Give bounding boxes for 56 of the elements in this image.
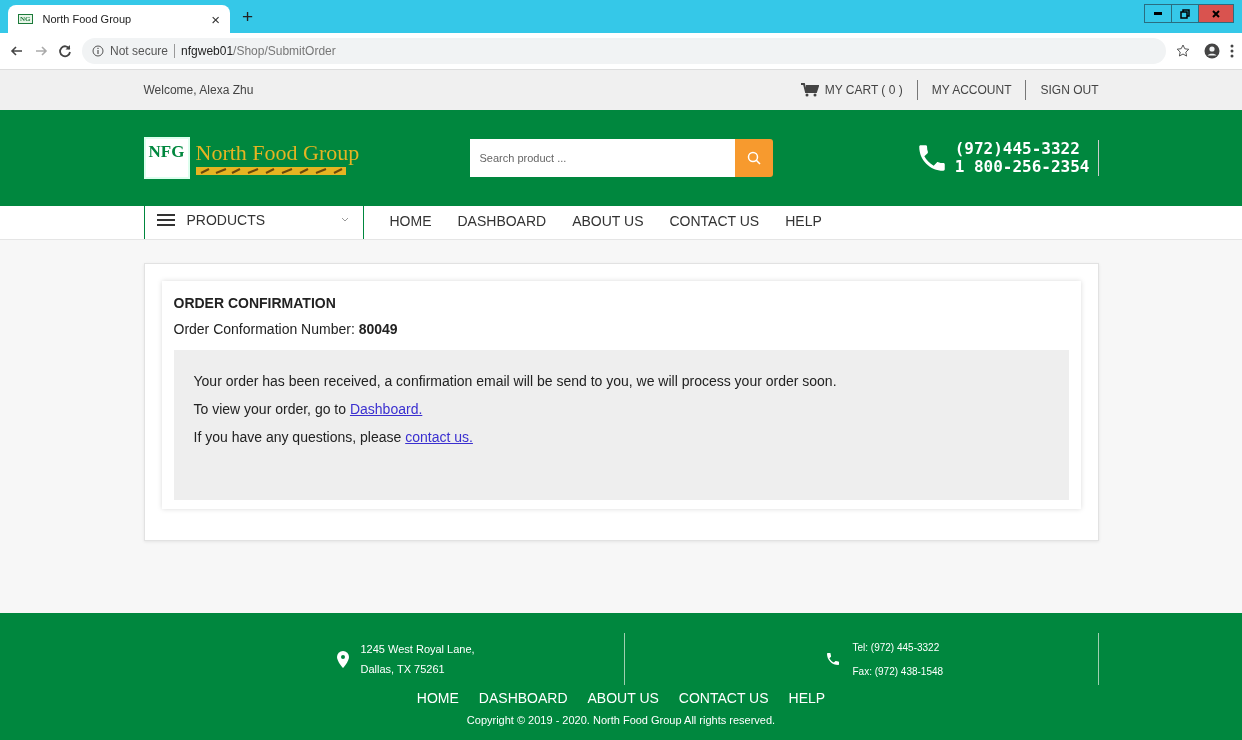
menu-icon — [1230, 44, 1234, 58]
welcome-text: Welcome, Alexa Zhu — [143, 83, 254, 97]
search-icon — [746, 151, 761, 165]
minimize-button[interactable] — [1144, 4, 1171, 23]
profile-icon — [1204, 43, 1220, 59]
phone-number: 1 800-256-2354 — [954, 158, 1090, 176]
footer-link[interactable]: CONTACT US — [678, 690, 769, 706]
message-text: To view your order, go to Dashboard. — [193, 400, 424, 419]
nav-link[interactable]: ABOUT US — [572, 206, 644, 239]
address-bar[interactable]: Not secure nfgweb01/Shop/SubmitOrder — [82, 38, 1166, 64]
menu-icon — [156, 212, 175, 227]
location-icon — [336, 650, 349, 668]
footer-link[interactable]: HELP — [788, 690, 826, 706]
phone-icon — [824, 651, 841, 667]
nav-link[interactable]: DASHBOARD — [457, 206, 547, 239]
message-text: Your order has been received, a confirmation email will be send to you, we will process your order soon. — [193, 372, 838, 391]
products-dropdown[interactable]: PRODUCTS — [143, 206, 364, 239]
logo-mark[interactable]: NFG — [143, 137, 190, 179]
confirmation-title: ORDER CONFIRMATION — [173, 295, 337, 311]
top-link[interactable]: MY ACCOUNT — [931, 83, 1012, 97]
star-icon — [1176, 44, 1190, 58]
footer-link[interactable]: ABOUT US — [587, 690, 659, 706]
new-tab-button[interactable]: + — [242, 6, 254, 28]
restore-icon — [1180, 8, 1190, 19]
order-number-text: Order Conformation Number: 80049 — [173, 321, 399, 337]
tab-title: North Food Group — [42, 13, 133, 25]
cart-link[interactable]: MY CART ( 0 ) — [800, 83, 903, 97]
reload-icon — [58, 44, 72, 58]
top-link[interactable]: SIGN OUT — [1040, 83, 1099, 97]
close-icon — [1211, 8, 1221, 19]
caret-icon — [340, 216, 349, 223]
search-field[interactable]: Search product ... — [469, 139, 735, 177]
message-link[interactable]: contact us. — [405, 429, 473, 445]
contact-text: Fax: (972) 438-1548 — [852, 665, 944, 677]
security-label: Not secure — [110, 44, 176, 58]
address-text: Dallas, TX 75261 — [360, 663, 446, 675]
message-text: If you have any questions, please contact us. — [193, 428, 474, 447]
copyright-text: Copyright © 2019 - 2020. North Food Group All rights reserved. — [466, 714, 776, 726]
minimize-icon — [1154, 12, 1162, 15]
nav-link[interactable]: HELP — [785, 206, 822, 239]
cart-icon — [800, 83, 819, 97]
nav-link[interactable]: HOME — [389, 206, 432, 239]
footer-link[interactable]: HOME — [416, 690, 459, 706]
footer-link[interactable]: DASHBOARD — [478, 690, 568, 706]
restore-button[interactable] — [1171, 4, 1198, 23]
back-icon — [10, 44, 24, 58]
address-text: 1245 West Royal Lane, — [360, 643, 475, 655]
message-link[interactable]: Dashboard. — [349, 401, 423, 417]
info-icon — [92, 45, 104, 57]
contact-text: Tel: (972) 445-3322 — [852, 641, 941, 653]
phone-number: (972)445-3322 — [954, 140, 1081, 158]
nav-link[interactable]: CONTACT US — [669, 206, 760, 239]
close-window-button[interactable] — [1198, 4, 1234, 23]
url-text: nfgweb01/Shop/SubmitOrder — [181, 44, 336, 58]
close-tab-button[interactable]: × — [211, 10, 220, 28]
forward-icon — [34, 44, 48, 58]
